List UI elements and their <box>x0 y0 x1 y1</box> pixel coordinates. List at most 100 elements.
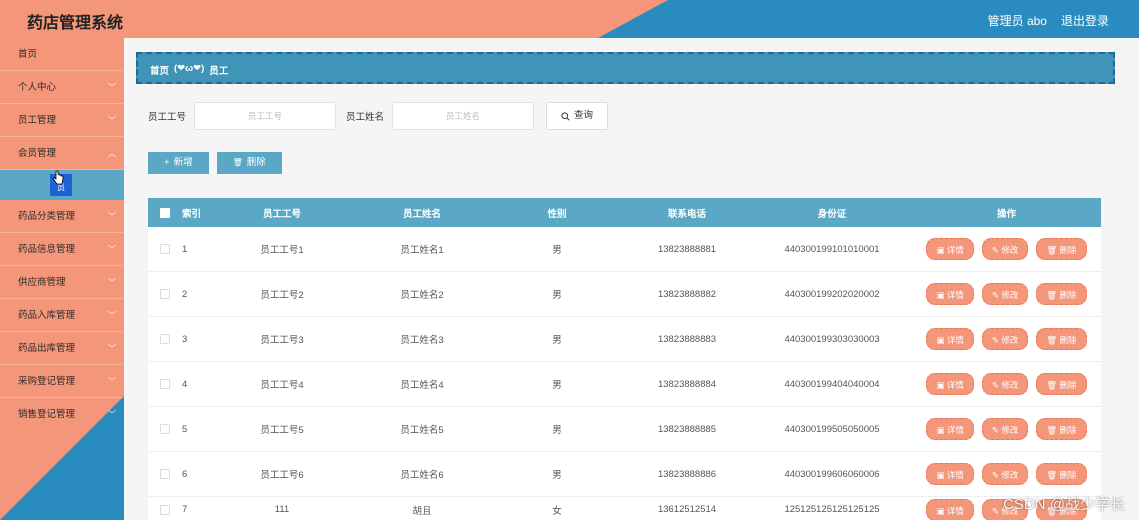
cell-phone: 13823888884 <box>657 378 717 390</box>
cell-id-card: 440300199606060006 <box>784 468 880 480</box>
edit-button[interactable]: ✎ 修改 <box>981 418 1029 440</box>
logout-link[interactable]: 退出登录 <box>1061 12 1109 29</box>
table-body: 1 员工工号1 员工姓名1 男 13823888881 44030019910101000… <box>148 227 1101 520</box>
search-icon <box>561 111 570 121</box>
delete-button-label: 删除 <box>1059 470 1077 480</box>
detail-button[interactable]: ▣ 详情 <box>926 328 974 350</box>
sidebar-item-personal-center[interactable]: 个人中心 ﹀ <box>0 71 124 104</box>
action-bar: + 新增 🗑 删除 <box>148 152 282 174</box>
delete-button[interactable]: 🗑 删除 <box>1036 463 1087 485</box>
delete-button[interactable]: 🗑 删除 <box>1036 418 1087 440</box>
sidebar-item-label: 采购登记管理 <box>18 376 76 387</box>
detail-button-label: 详情 <box>946 425 964 435</box>
delete-icon: 🗑 <box>1046 245 1060 255</box>
sidebar-item-home[interactable]: 首页 <box>0 38 124 71</box>
employee-no-input[interactable]: 员工工号 <box>194 102 337 130</box>
chevron-down-icon: ﹀ <box>108 245 116 254</box>
edit-button[interactable]: ✎ 修改 <box>981 463 1029 485</box>
row-checkbox[interactable] <box>160 469 170 479</box>
hand-cursor-icon <box>52 170 64 185</box>
edit-button[interactable]: ✎ 修改 <box>981 238 1029 260</box>
col-employee-no: 员工工号 <box>262 208 301 220</box>
cell-employee-name: 员工姓名3 <box>400 335 444 346</box>
sidebar-menu: 首页 个人中心 ﹀ 员工管理 ﹀ 会员管理 ︿ 员 药品分类管理 ﹀ 药品信息管理 ﹀ 供… <box>0 38 124 431</box>
col-id-card: 身份证 <box>817 208 847 220</box>
detail-icon: ▣ <box>936 335 947 345</box>
cell-employee-name: 员工姓名5 <box>400 425 444 436</box>
row-checkbox[interactable] <box>160 289 170 299</box>
detail-button[interactable]: ▣ 详情 <box>926 418 974 440</box>
sidebar-item-sales[interactable]: 销售登记管理 ﹀ <box>0 398 124 431</box>
detail-button[interactable]: ▣ 详情 <box>926 283 974 305</box>
sidebar-item-label: 销售登记管理 <box>18 409 76 420</box>
detail-button[interactable]: ▣ 详情 <box>926 463 974 485</box>
edit-button-label: 修改 <box>1001 290 1019 300</box>
edit-button-label: 修改 <box>1001 245 1019 255</box>
sidebar-subitem-member[interactable]: 员 <box>0 170 124 200</box>
delete-icon: 🗑 <box>1046 290 1060 300</box>
sidebar-item-drug-info[interactable]: 药品信息管理 ﹀ <box>0 233 124 266</box>
row-checkbox[interactable] <box>160 424 170 434</box>
cell-id-card: 440300199505050005 <box>784 423 880 435</box>
edit-button[interactable]: ✎ 修改 <box>981 373 1029 395</box>
row-select-cell <box>148 379 182 389</box>
row-checkbox[interactable] <box>160 379 170 389</box>
row-checkbox[interactable] <box>160 244 170 254</box>
chevron-down-icon: ﹀ <box>108 116 116 125</box>
cell-id-card: 440300199303030003 <box>784 333 880 345</box>
sidebar-item-stock-in[interactable]: 药品入库管理 ﹀ <box>0 299 124 332</box>
edit-button[interactable]: ✎ 修改 <box>981 283 1029 305</box>
cell-index: 3 <box>182 333 188 345</box>
breadcrumb-separator: (❤ω❤) <box>174 63 205 74</box>
row-checkbox[interactable] <box>160 504 170 515</box>
cell-employee-no: 员工工号4 <box>260 380 304 391</box>
cell-gender: 男 <box>552 380 562 391</box>
cell-actions: ▣ 详情 ✎ 修改 🗑 删除 <box>912 463 1101 485</box>
sidebar-item-supplier[interactable]: 供应商管理 ﹀ <box>0 266 124 299</box>
delete-button[interactable]: 🗑 删除 <box>1036 373 1087 395</box>
cell-employee-no: 员工工号3 <box>260 335 304 346</box>
delete-button[interactable]: 🗑 删除 <box>1036 283 1087 305</box>
detail-button-label: 详情 <box>946 245 964 255</box>
row-select-cell <box>148 334 182 344</box>
select-all-checkbox[interactable] <box>160 207 170 218</box>
sidebar-item-label: 药品信息管理 <box>18 244 76 255</box>
search-form: 员工工号 员工工号 员工姓名 员工姓名 查询 <box>148 102 609 130</box>
plus-icon: + <box>164 157 170 168</box>
admin-user-label[interactable]: 管理员 abo <box>988 12 1047 29</box>
sidebar-item-purchase[interactable]: 采购登记管理 ﹀ <box>0 365 124 398</box>
add-button[interactable]: + 新增 <box>148 152 209 174</box>
sidebar-item-drug-category[interactable]: 药品分类管理 ﹀ <box>0 200 124 233</box>
detail-button-label: 详情 <box>946 505 964 516</box>
detail-button[interactable]: ▣ 详情 <box>926 373 974 395</box>
edit-button-label: 修改 <box>1001 380 1019 390</box>
delete-button[interactable]: 🗑 删除 <box>1036 328 1087 350</box>
employee-name-input[interactable]: 员工姓名 <box>392 102 535 130</box>
row-checkbox[interactable] <box>160 334 170 344</box>
detail-button[interactable]: ▣ 详情 <box>926 238 974 260</box>
breadcrumb-current: 员工 <box>209 66 229 77</box>
sidebar-item-label: 药品入库管理 <box>18 310 76 321</box>
breadcrumb-home[interactable]: 首页 <box>150 63 169 77</box>
cell-id-card: 440300199202020002 <box>784 288 880 300</box>
col-phone: 联系电话 <box>667 208 706 220</box>
cell-employee-name: 员工姓名4 <box>400 380 444 391</box>
delete-icon: 🗑 <box>1046 335 1060 345</box>
cell-index: 4 <box>182 378 188 390</box>
row-select-cell <box>148 289 182 299</box>
delete-icon: 🗑 <box>1046 425 1060 435</box>
sidebar-item-label: 药品出库管理 <box>18 343 76 354</box>
sidebar-item-member-mgmt[interactable]: 会员管理 ︿ <box>0 137 124 170</box>
detail-icon: ▣ <box>936 245 947 255</box>
chevron-down-icon: ﹀ <box>108 212 116 221</box>
watermark: CSDN @战少学长 <box>1003 496 1125 513</box>
search-button[interactable]: 查询 <box>546 102 609 130</box>
detail-button-label: 详情 <box>946 470 964 480</box>
batch-delete-button[interactable]: 🗑 删除 <box>216 152 282 174</box>
sidebar-item-stock-out[interactable]: 药品出库管理 ﹀ <box>0 332 124 365</box>
detail-button[interactable]: ▣ 详情 <box>926 498 974 520</box>
cell-phone: 13612512514 <box>657 504 717 515</box>
sidebar-item-employee-mgmt[interactable]: 员工管理 ﹀ <box>0 104 124 137</box>
edit-button[interactable]: ✎ 修改 <box>981 328 1029 350</box>
delete-button[interactable]: 🗑 删除 <box>1036 238 1087 260</box>
